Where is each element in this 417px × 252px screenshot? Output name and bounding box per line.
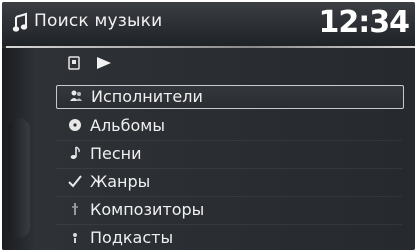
podcast-icon [73, 233, 77, 243]
music-search-panel: Поиск музыки 12:34 Исполнители Альбомы П… [2, 2, 415, 250]
list-item-podcasts[interactable]: Подкасты [56, 225, 402, 250]
song-note-icon [70, 146, 80, 159]
list-item-artists[interactable]: Исполнители [56, 85, 404, 109]
scroll-knob-indicator [8, 118, 30, 238]
play-icon[interactable] [96, 56, 112, 70]
genre-icon [68, 175, 82, 188]
list-item-label: Альбомы [90, 116, 165, 135]
list-item-label: Песни [90, 144, 142, 163]
composer-icon [72, 203, 78, 215]
list-item-genres[interactable]: Жанры [56, 169, 402, 197]
category-list: Исполнители Альбомы Песни Жанры Композит… [56, 85, 406, 250]
list-item-label: Исполнители [91, 87, 203, 106]
device-icon[interactable] [68, 56, 80, 70]
list-item-composers[interactable]: Композиторы [56, 197, 402, 225]
list-item-label: Композиторы [90, 200, 205, 219]
list-item-label: Подкасты [90, 228, 174, 247]
content-area: Исполнители Альбомы Песни Жанры Композит… [2, 48, 415, 250]
source-tabbar [62, 54, 122, 72]
header-bar: Поиск музыки 12:34 [2, 2, 415, 46]
clock: 12:34 [318, 5, 410, 40]
album-icon [69, 119, 81, 131]
list-item-albums[interactable]: Альбомы [56, 113, 402, 141]
list-item-label: Жанры [90, 172, 151, 191]
head-unit-screen: Поиск музыки 12:34 Исполнители Альбомы П… [0, 0, 417, 252]
music-note-icon [12, 12, 28, 32]
artist-icon [70, 90, 82, 101]
list-item-songs[interactable]: Песни [56, 141, 402, 169]
page-title: Поиск музыки [34, 11, 163, 31]
